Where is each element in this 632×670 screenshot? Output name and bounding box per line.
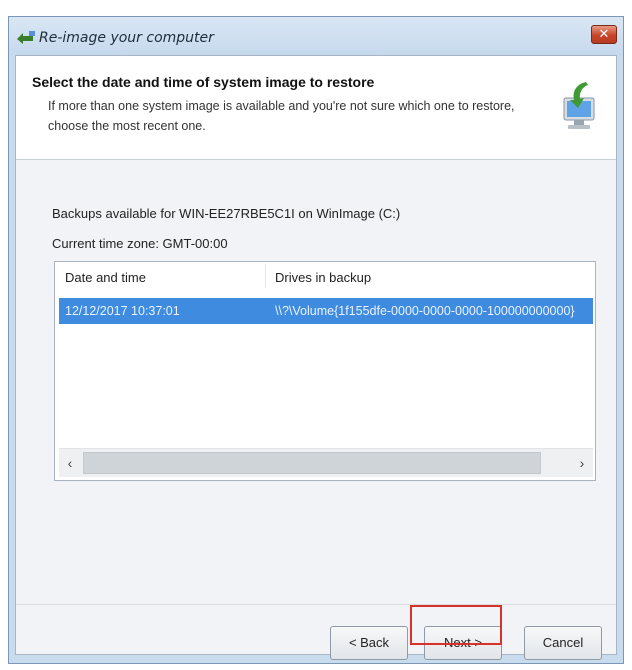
- backup-date-cell: 12/12/2017 10:37:01: [65, 304, 180, 318]
- wizard-header: Select the date and time of system image…: [16, 56, 616, 160]
- backup-drives-cell: \\?\Volume{1f155dfe-0000-0000-0000-10000…: [275, 304, 575, 318]
- horizontal-scrollbar[interactable]: ‹ ›: [59, 448, 593, 477]
- column-header-drives[interactable]: Drives in backup: [275, 270, 371, 285]
- reimage-dialog: Re-image your computer ✕ Select the date…: [8, 16, 624, 664]
- scroll-left-arrow-icon[interactable]: ‹: [61, 453, 79, 473]
- close-button[interactable]: ✕: [591, 25, 617, 44]
- scroll-right-arrow-icon[interactable]: ›: [573, 453, 591, 473]
- back-button[interactable]: < Back: [330, 626, 408, 660]
- backup-row[interactable]: 12/12/2017 10:37:01 \\?\Volume{1f155dfe-…: [59, 298, 593, 324]
- computer-restore-icon: [563, 82, 595, 129]
- next-button-highlight: [410, 605, 502, 645]
- title-bar: Re-image your computer ✕: [9, 17, 623, 55]
- footer-divider: [16, 604, 616, 605]
- list-header: Date and time Drives in backup: [55, 262, 595, 290]
- page-title: Select the date and time of system image…: [32, 74, 375, 90]
- column-header-date[interactable]: Date and time: [65, 270, 146, 285]
- scroll-thumb[interactable]: [83, 452, 541, 474]
- dialog-client-area: Select the date and time of system image…: [15, 55, 617, 660]
- window-title: Re-image your computer: [39, 30, 214, 46]
- timezone-label: Current time zone: GMT-00:00: [52, 236, 228, 251]
- cancel-button[interactable]: Cancel: [524, 626, 602, 660]
- backup-list[interactable]: Date and time Drives in backup 12/12/201…: [54, 261, 596, 481]
- backups-available-label: Backups available for WIN-EE27RBE5C1I on…: [52, 206, 401, 221]
- reimage-app-icon: [17, 31, 35, 44]
- page-subtitle: If more than one system image is availab…: [48, 99, 515, 133]
- column-divider[interactable]: [265, 264, 266, 288]
